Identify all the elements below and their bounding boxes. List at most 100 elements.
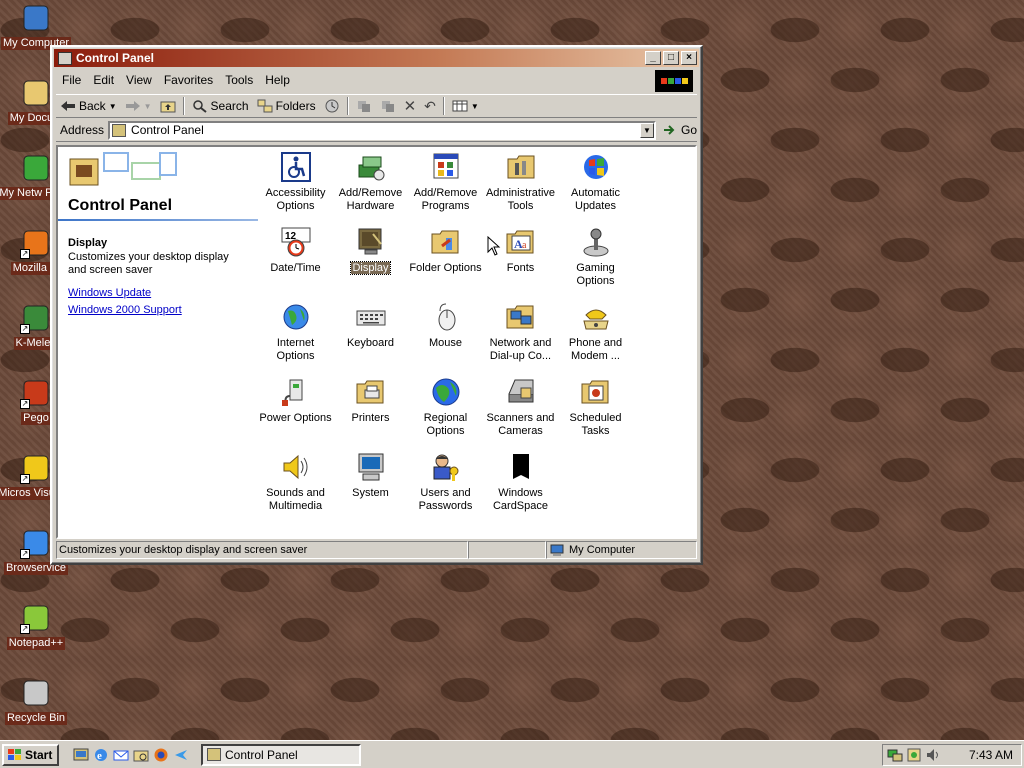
cp-item-sounds-and-multimedia[interactable]: Sounds and Multimedia — [258, 449, 333, 524]
cp-item-power-options[interactable]: Power Options — [258, 374, 333, 449]
minimize-button[interactable]: _ — [645, 51, 661, 65]
history-button[interactable] — [320, 99, 344, 113]
cp-item-scanners-and-cameras[interactable]: Scanners and Cameras — [483, 374, 558, 449]
move-to-button[interactable] — [352, 99, 376, 113]
cp-item-administrative-tools[interactable]: Administrative Tools — [483, 149, 558, 224]
menu-bar: File Edit View Favorites Tools Help — [56, 69, 697, 92]
cp-item-label-text: Gaming Options — [576, 262, 615, 287]
desktop-icon-recycle-bin[interactable]: Recycle Bin — [4, 677, 68, 725]
speaker-icon — [280, 451, 312, 483]
cp-item-users-and-passwords[interactable]: Users and Passwords — [408, 449, 483, 524]
folders-button[interactable]: Folders — [253, 99, 320, 113]
windows-update-icon — [580, 151, 612, 183]
cp-item-automatic-updates[interactable]: Automatic Updates — [558, 149, 633, 224]
network-icon — [505, 301, 537, 333]
scheduled-tasks-icon — [580, 376, 612, 408]
move-to-icon — [357, 101, 370, 112]
address-dropdown-icon[interactable]: ▼ — [639, 122, 654, 138]
update-tray-icon[interactable] — [906, 747, 922, 763]
menu-file[interactable]: File — [56, 73, 87, 87]
show-desktop-icon[interactable] — [73, 747, 89, 763]
menu-favorites[interactable]: Favorites — [158, 73, 219, 87]
control-panel-items: Accessibility Options Add/Remove Hardware… — [258, 149, 643, 524]
cp-item-label-text: Keyboard — [346, 337, 395, 349]
menu-view[interactable]: View — [120, 73, 158, 87]
mouse-pointer-icon — [487, 236, 501, 256]
folder-options-icon — [430, 226, 462, 258]
forward-button[interactable]: ▼ — [121, 99, 156, 113]
menu-tools[interactable]: Tools — [219, 73, 259, 87]
cp-item-keyboard[interactable]: Keyboard — [333, 299, 408, 374]
start-label: Start — [25, 747, 53, 762]
go-button[interactable]: Go — [656, 123, 697, 137]
delete-button[interactable]: ✕ — [400, 97, 421, 115]
shortcut-arrow-icon: ↗ — [20, 549, 30, 559]
address-label: Address — [60, 123, 105, 137]
cp-item-gaming-options[interactable]: Gaming Options — [558, 224, 633, 299]
cp-item-add-remove-programs[interactable]: Add/Remove Programs — [408, 149, 483, 224]
windows-2000-support-link[interactable]: Windows 2000 Support — [68, 304, 182, 316]
cp-item-label-text: Internet Options — [276, 337, 315, 362]
explorer-icon[interactable] — [133, 747, 149, 763]
firefox-icon: ↗ — [20, 227, 52, 259]
outlook-express-icon[interactable] — [113, 747, 129, 763]
cp-item-scheduled-tasks[interactable]: Scheduled Tasks — [558, 374, 633, 449]
network-tray-icon[interactable] — [887, 747, 903, 763]
cp-item-printers[interactable]: Printers — [333, 374, 408, 449]
taskbar-control-panel-button[interactable]: Control Panel — [201, 743, 361, 766]
forward-dropdown-icon[interactable]: ▼ — [144, 102, 152, 111]
cp-item-windows-cardspace[interactable]: Windows CardSpace — [483, 449, 558, 524]
cp-item-label-text: Windows CardSpace — [492, 487, 549, 512]
back-arrow-icon — [61, 101, 75, 111]
views-button[interactable]: ▼ — [448, 99, 483, 113]
cp-item-regional-options[interactable]: Regional Options — [408, 374, 483, 449]
back-button[interactable]: Back ▼ — [56, 99, 121, 113]
start-button[interactable]: Start — [2, 743, 59, 766]
cp-item-network-and-dial-up-co[interactable]: Network and Dial-up Co... — [483, 299, 558, 374]
cp-item-accessibility-options[interactable]: Accessibility Options — [258, 149, 333, 224]
cp-item-label-text: Regional Options — [423, 412, 468, 437]
joystick-icon — [580, 226, 612, 258]
pegasus-icon: ↗ — [20, 377, 52, 409]
desktop-icon-my-computer[interactable]: My Computer — [0, 2, 72, 50]
maximize-button[interactable]: □ — [663, 51, 679, 65]
folders-label: Folders — [275, 99, 316, 113]
internet-explorer-icon[interactable]: e — [93, 747, 109, 763]
cp-item-system[interactable]: System — [333, 449, 408, 524]
globe-icon — [280, 301, 312, 333]
volume-tray-icon[interactable] — [925, 747, 941, 763]
cp-item-internet-options[interactable]: Internet Options — [258, 299, 333, 374]
users-icon — [430, 451, 462, 483]
address-bar: Address Control Panel ▼ Go — [56, 119, 697, 142]
back-dropdown-icon[interactable]: ▼ — [109, 102, 117, 111]
title-bar[interactable]: Control Panel _ □ × — [54, 49, 699, 67]
windows-update-link[interactable]: Windows Update — [68, 287, 151, 299]
cp-item-date-time[interactable]: 12 Date/Time — [258, 224, 333, 299]
firefox-icon[interactable] — [153, 747, 169, 763]
address-value: Control Panel — [131, 123, 204, 137]
address-input[interactable]: Control Panel ▼ — [108, 120, 656, 140]
close-button[interactable]: × — [681, 51, 697, 65]
cp-item-phone-and-modem[interactable]: Phone and Modem ... — [558, 299, 633, 374]
cp-item-label-text: Folder Options — [409, 262, 482, 274]
network-places-icon — [20, 152, 52, 184]
cp-item-label-text: Network and Dial-up Co... — [489, 337, 552, 362]
menu-edit[interactable]: Edit — [87, 73, 120, 87]
copy-to-button[interactable] — [376, 99, 400, 113]
arrow-launcher-icon[interactable] — [173, 747, 189, 763]
menu-help[interactable]: Help — [259, 73, 296, 87]
cp-item-label: Network and Dial-up Co... — [484, 337, 558, 363]
desktop-icon-notepad[interactable]: ↗ Notepad++ — [4, 602, 68, 650]
cp-item-folder-options[interactable]: Folder Options — [408, 224, 483, 299]
up-button[interactable] — [156, 99, 180, 113]
search-button[interactable]: Search — [188, 99, 253, 113]
cp-item-display[interactable]: Display — [333, 224, 408, 299]
cp-item-add-remove-hardware[interactable]: Add/Remove Hardware — [333, 149, 408, 224]
cp-item-mouse[interactable]: Mouse — [408, 299, 483, 374]
recycle-bin-icon — [20, 677, 52, 709]
cp-item-label-text: Fonts — [506, 262, 535, 274]
search-icon — [192, 100, 207, 113]
undo-button[interactable]: ↶ — [420, 98, 440, 115]
cp-item-label-text: Scheduled Tasks — [569, 412, 622, 437]
cp-item-label-text: Automatic Updates — [571, 187, 620, 212]
